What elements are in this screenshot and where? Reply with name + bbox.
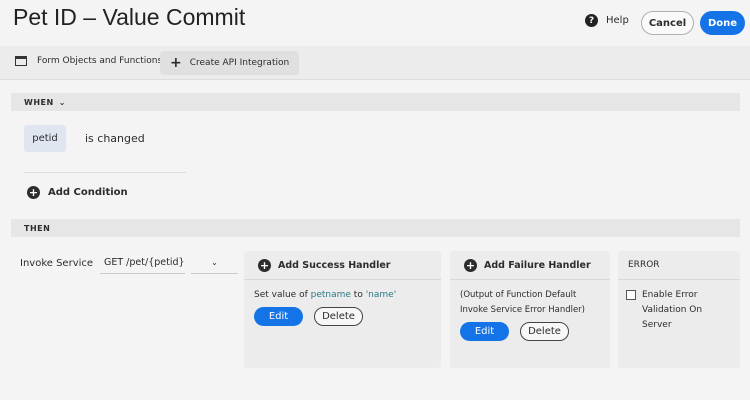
add-failure-handler-button[interactable]: + Add Failure Handler [450, 251, 610, 280]
help-icon: ? [585, 14, 598, 27]
failure-description: (Output of Function Default Invoke Servi… [460, 290, 585, 315]
add-circle-icon: + [464, 258, 477, 272]
field-link[interactable]: petname [311, 290, 351, 300]
add-circle-icon: + [258, 258, 271, 272]
divider [24, 172, 186, 173]
add-success-handler-button[interactable]: + Add Success Handler [244, 251, 441, 280]
checkbox-label: Enable Error Validation On Server [642, 290, 703, 330]
form-objects-button[interactable]: Form Objects and Functions [15, 56, 162, 66]
create-api-label: Create API Integration [189, 58, 290, 68]
condition-text: is changed [85, 132, 145, 145]
add-condition-label: Add Condition [48, 187, 128, 198]
edit-button[interactable]: Edit [460, 322, 509, 341]
edit-button[interactable]: Edit [254, 307, 303, 326]
add-condition-button[interactable]: + Add Condition [27, 186, 128, 199]
failure-title: Add Failure Handler [484, 259, 591, 271]
enable-error-validation-checkbox[interactable] [626, 290, 636, 300]
form-objects-label: Form Objects and Functions [37, 56, 163, 66]
help-button[interactable]: ? Help [585, 14, 629, 27]
window-icon [15, 56, 27, 66]
when-section-header[interactable]: WHEN ⌄ [11, 93, 740, 111]
done-button[interactable]: Done [700, 11, 745, 35]
delete-button[interactable]: Delete [314, 307, 363, 326]
success-handler-card: + Add Success Handler Set value of petnam… [244, 251, 441, 368]
chevron-down-icon: ⌄ [58, 97, 66, 107]
error-title: ERROR [618, 251, 740, 280]
success-description: Set value of petname to 'name' [254, 288, 431, 303]
service-dropdown[interactable]: ⌄ [191, 252, 238, 274]
value-text: 'name' [365, 290, 397, 300]
then-label: THEN [24, 223, 51, 233]
text-prefix: Set value of [254, 290, 311, 300]
field-chip[interactable]: petid [24, 125, 66, 152]
chevron-down-icon: ⌄ [211, 258, 218, 267]
when-label: WHEN [24, 97, 54, 107]
plus-icon: + [170, 55, 182, 71]
error-card: ERROR Enable Error Validation On Server [618, 251, 740, 368]
page-title: Pet ID – Value Commit [13, 4, 246, 30]
create-api-integration-button[interactable]: + Create API Integration [160, 51, 300, 75]
action-label: Invoke Service [20, 258, 94, 269]
then-section-header: THEN [11, 219, 740, 237]
service-select[interactable]: GET /pet/{petid} [100, 252, 185, 274]
delete-button[interactable]: Delete [520, 322, 569, 341]
text-mid: to [350, 290, 366, 300]
help-label: Help [606, 15, 629, 26]
cancel-button[interactable]: Cancel [641, 11, 694, 35]
success-title: Add Success Handler [278, 259, 391, 271]
failure-handler-card: + Add Failure Handler (Output of Function… [450, 251, 610, 368]
add-circle-icon: + [27, 186, 40, 199]
